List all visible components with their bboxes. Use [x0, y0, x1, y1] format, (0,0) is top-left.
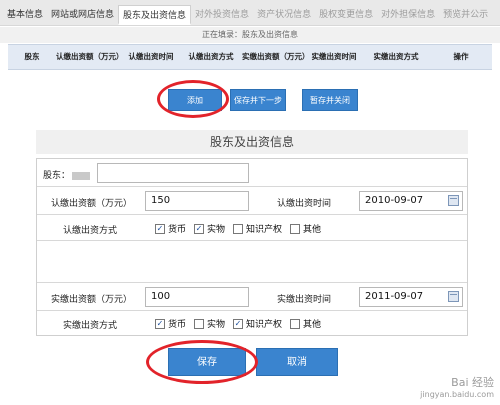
- tab-investment-info[interactable]: 对外投资信息: [191, 5, 253, 25]
- paid-time-input[interactable]: 2011-09-07: [359, 287, 463, 307]
- paid-other-label: 其他: [303, 320, 322, 330]
- tab-website-info[interactable]: 网站或网店信息: [47, 5, 118, 25]
- row-empty: [37, 241, 467, 283]
- row-paid-method: 实缴出资方式 ✓ 货币 实物 ✓ 知识产权 其他: [37, 311, 467, 336]
- calendar-icon[interactable]: [448, 195, 459, 206]
- subscribed-physical-label: 实物: [207, 225, 226, 235]
- paid-time-label: 实缴出资时间: [277, 295, 332, 305]
- tab-bar: 基本信息 网站或网店信息 股东及出资信息 对外投资信息 资产状况信息 股权变更信…: [0, 0, 500, 26]
- col-paid-time: 实缴出资时间: [311, 52, 357, 61]
- calendar-icon[interactable]: [448, 291, 459, 302]
- tab-shareholder-info[interactable]: 股东及出资信息: [118, 5, 192, 25]
- save-button[interactable]: 保存: [168, 348, 246, 376]
- add-button[interactable]: 添加: [168, 89, 222, 111]
- redacted-name: [72, 171, 91, 180]
- subscribed-currency-label: 货币: [168, 225, 187, 235]
- filling-status: 正在填录：股东及出资信息: [0, 27, 500, 43]
- form-title: 股东及出资信息: [36, 130, 468, 154]
- subscribed-ip-label: 知识产权: [246, 225, 283, 235]
- subscribed-time-input[interactable]: 2010-09-07: [359, 191, 463, 211]
- col-paid-method: 实缴出资方式: [373, 52, 419, 61]
- baidu-jingyan-watermark: Bai 经验 jingyan.baidu.com: [420, 377, 494, 401]
- subscribed-other-checkbox[interactable]: [290, 223, 301, 234]
- paid-currency-checkbox[interactable]: ✓: [155, 318, 165, 329]
- paid-currency-label: 货币: [168, 320, 187, 330]
- col-subscribed-time: 认缴出资时间: [128, 52, 174, 61]
- watermark-line1: Bai 经验: [451, 376, 494, 389]
- col-shareholder: 股东: [24, 52, 40, 61]
- paid-other-checkbox[interactable]: [290, 318, 301, 329]
- tab-equity-change-info[interactable]: 股权变更信息: [315, 5, 377, 25]
- col-paid-amount: 实缴出资额（万元）: [242, 52, 310, 61]
- tab-guarantee-info[interactable]: 对外担保信息: [377, 5, 439, 25]
- cancel-button[interactable]: 取消: [256, 348, 338, 376]
- shareholder-form: 股东： 认缴出资额（万元） 150 认缴出资时间 2010-09-07 认缴出资…: [36, 158, 468, 336]
- watermark-line2: jingyan.baidu.com: [420, 390, 494, 399]
- row-subscribed-amount: 认缴出资额（万元） 150 认缴出资时间 2010-09-07: [37, 187, 467, 215]
- subscribed-currency-checkbox[interactable]: ✓: [155, 223, 165, 234]
- paid-method-label: 实缴出资方式: [63, 321, 118, 331]
- tab-basic-info[interactable]: 基本信息: [3, 5, 47, 25]
- subscribed-method-group: ✓ 货币 ✓ 实物 知识产权 其他: [155, 222, 329, 235]
- subscribed-amount-label: 认缴出资额（万元）: [51, 199, 133, 209]
- col-actions: 操作: [453, 52, 469, 61]
- paid-ip-checkbox[interactable]: ✓: [233, 318, 244, 329]
- row-subscribed-method: 认缴出资方式 ✓ 货币 ✓ 实物 知识产权 其他: [37, 215, 467, 241]
- subscribed-other-label: 其他: [303, 225, 322, 235]
- col-subscribed-method: 认缴出资方式: [188, 52, 234, 61]
- paid-physical-checkbox[interactable]: [194, 318, 205, 329]
- subscribed-ip-checkbox[interactable]: [233, 223, 244, 234]
- paid-amount-input[interactable]: 100: [145, 287, 249, 307]
- save-close-button[interactable]: 暂存并关闭: [302, 89, 358, 111]
- subscribed-physical-checkbox[interactable]: ✓: [194, 223, 205, 234]
- shareholder-table-header: 股东 认缴出资额（万元） 认缴出资时间 认缴出资方式 实缴出资额（万元） 实缴出…: [8, 44, 492, 70]
- tab-asset-info[interactable]: 资产状况信息: [253, 5, 315, 25]
- paid-method-group: ✓ 货币 实物 ✓ 知识产权 其他: [155, 317, 329, 330]
- paid-physical-label: 实物: [207, 320, 226, 330]
- subscribed-amount-input[interactable]: 150: [145, 191, 249, 211]
- subscribed-time-label: 认缴出资时间: [277, 199, 332, 209]
- col-subscribed-amount: 认缴出资额（万元）: [56, 52, 124, 61]
- paid-amount-label: 实缴出资额（万元）: [51, 295, 133, 305]
- row-shareholder: 股东：: [37, 159, 467, 187]
- paid-ip-label: 知识产权: [246, 320, 283, 330]
- shareholder-input[interactable]: [97, 163, 249, 183]
- save-next-button[interactable]: 保存并下一步: [230, 89, 286, 111]
- subscribed-method-label: 认缴出资方式: [63, 226, 118, 236]
- shareholder-label: 股东：: [43, 168, 91, 181]
- tab-preview-publish[interactable]: 预览并公示: [439, 5, 492, 25]
- row-paid-amount: 实缴出资额（万元） 100 实缴出资时间 2011-09-07: [37, 283, 467, 311]
